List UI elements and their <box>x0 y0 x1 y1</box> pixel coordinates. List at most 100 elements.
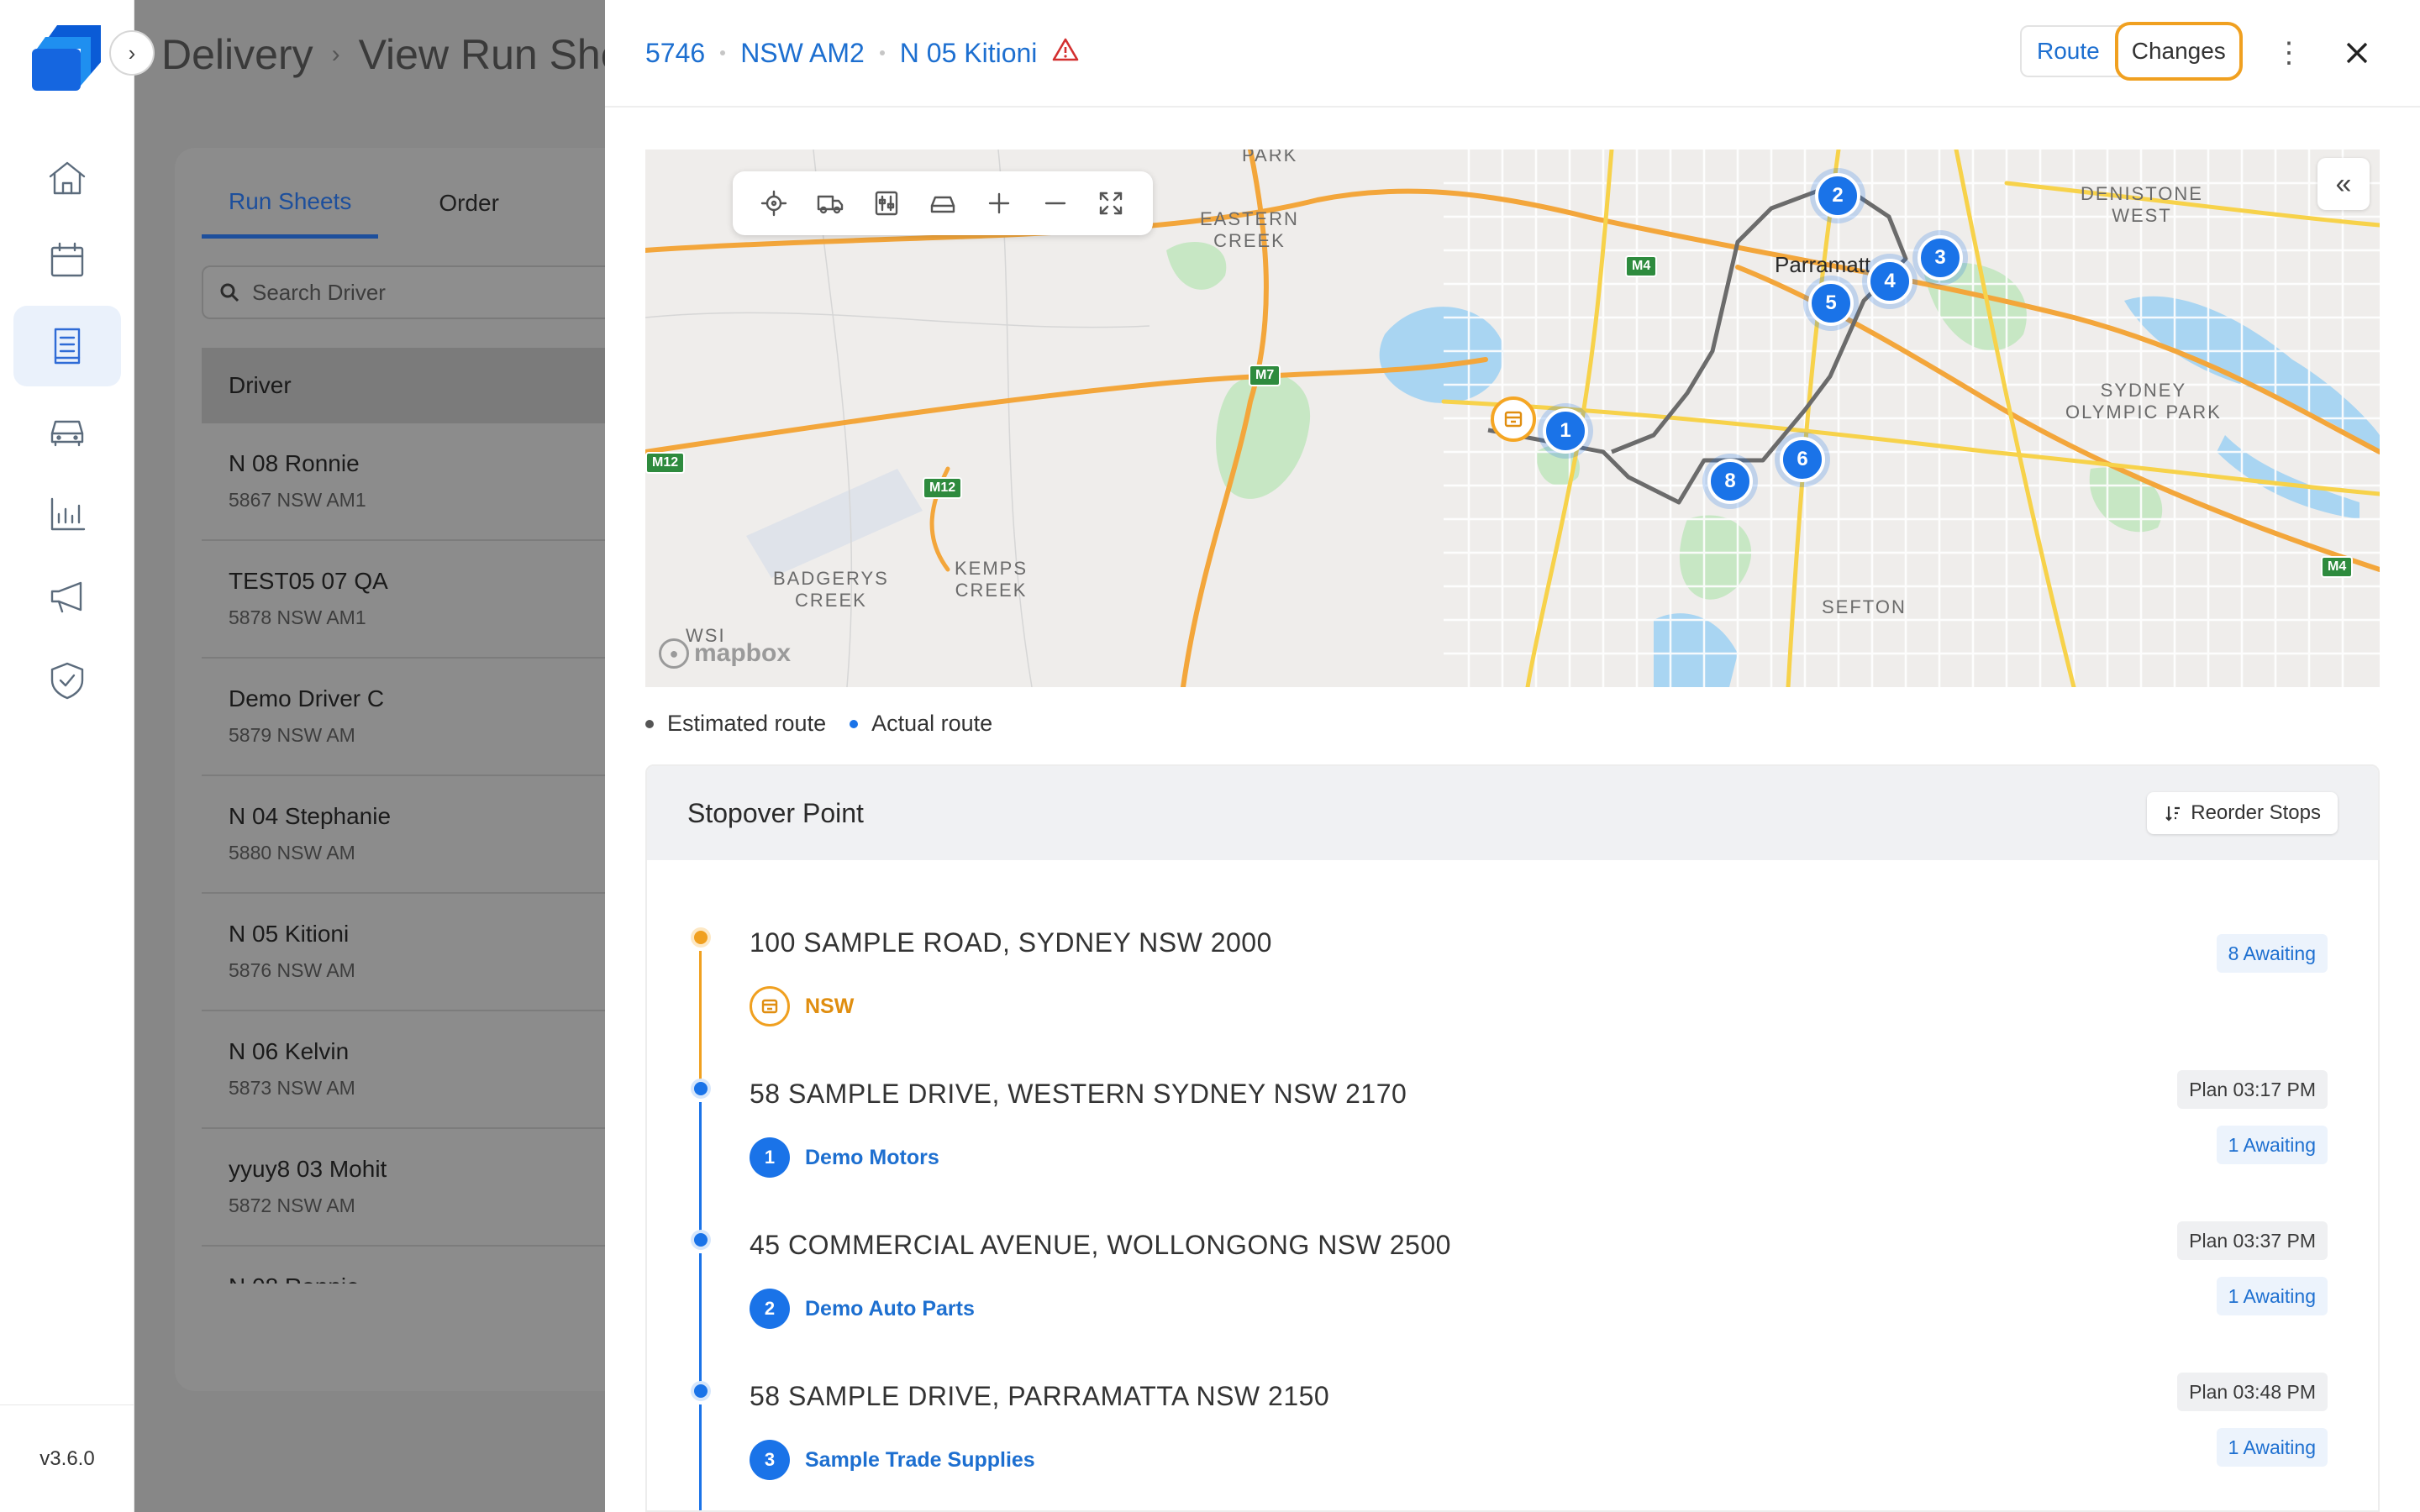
truck-icon[interactable] <box>813 186 847 220</box>
driver-column-header: Driver <box>202 348 605 423</box>
route-name[interactable]: NSW AM2 <box>740 38 865 69</box>
driver-row[interactable]: N 08 Ronnie <box>202 1247 605 1284</box>
breadcrumb-delivery[interactable]: Delivery <box>161 30 313 79</box>
megaphone-icon <box>50 581 82 613</box>
zoom-in-icon[interactable] <box>982 186 1016 220</box>
map-label-sefton: SEFTON <box>1822 596 1907 617</box>
store-icon <box>1504 411 1523 428</box>
stop-customer[interactable]: 1 Demo Motors <box>750 1137 939 1178</box>
legend-label: Actual route <box>871 711 993 736</box>
map-pin[interactable]: 1 <box>1543 408 1588 454</box>
driver-row[interactable]: yyuy8 03 Mohit 5872 NSW AM <box>202 1129 605 1247</box>
driver-search-input[interactable]: Search Driver <box>202 265 605 319</box>
chart-icon <box>50 497 86 531</box>
app-logo <box>29 22 106 94</box>
driver-name[interactable]: N 05 Kitioni <box>900 38 1038 69</box>
tab-run-sheets[interactable]: Run Sheets <box>202 168 379 239</box>
locate-icon[interactable] <box>757 186 791 220</box>
expand-nav-button[interactable]: › <box>109 30 155 76</box>
driver-name: yyuy8 03 Mohit <box>229 1156 387 1182</box>
runsheet-tabs: Run Sheets Order <box>202 168 526 239</box>
car-icon[interactable] <box>926 186 960 220</box>
driver-run: 5873 NSW AM <box>229 1077 355 1099</box>
awaiting-badge: 1 Awaiting <box>2216 1126 2328 1164</box>
legend-dot <box>645 719 654 728</box>
app-version: v3.6.0 <box>0 1404 134 1512</box>
map-pin-depot[interactable] <box>1491 396 1536 442</box>
stop-address: 58 SAMPLE DRIVE, WESTERN SYDNEY NSW 2170 <box>750 1079 1407 1109</box>
separator-dot <box>720 50 726 55</box>
map-toolbar <box>733 171 1153 235</box>
route-map[interactable]: « PARK EASTERN CREEK Parramatt DENISTONE… <box>645 150 2380 687</box>
calendar-icon <box>50 242 84 277</box>
customer-name: Demo Auto Parts <box>805 1296 975 1320</box>
tab-order[interactable]: Order <box>412 168 526 239</box>
map-pin[interactable]: 6 <box>1780 437 1825 482</box>
nav-security[interactable] <box>13 640 121 721</box>
filter-sliders-icon[interactable] <box>870 186 903 220</box>
stop-customer[interactable]: NSW <box>750 986 854 1026</box>
driver-row[interactable]: N 04 Stephanie 5880 NSW AM <box>202 776 605 894</box>
motorway-shield: M12 <box>645 452 686 474</box>
driver-name: TEST05 07 QA <box>229 568 388 594</box>
stop-item[interactable]: 58 SAMPLE DRIVE, PARRAMATTA NSW 2150 3 S… <box>647 1373 2378 1510</box>
customer-name: Sample Trade Supplies <box>805 1447 1035 1472</box>
mapbox-label: mapbox <box>694 639 792 667</box>
collapse-map-button[interactable]: « <box>2317 158 2370 210</box>
driver-row[interactable]: TEST05 07 QA 5878 NSW AM1 <box>202 541 605 659</box>
stopover-panel: Stopover Point Reorder Stops 100 SAMPLE … <box>645 764 2380 1512</box>
map-pin[interactable]: 5 <box>1808 281 1854 326</box>
view-toggle: Route Changes <box>2020 22 2243 81</box>
plan-time-badge: Plan 03:48 PM <box>2177 1373 2328 1411</box>
driver-name: N 06 Kelvin <box>229 1038 350 1064</box>
car-icon <box>50 420 84 447</box>
stop-address: 100 SAMPLE ROAD, SYDNEY NSW 2000 <box>750 927 1272 958</box>
more-options-icon[interactable]: ⋮ <box>2272 32 2306 74</box>
map-label-badgerys-creek: BADGERYS CREEK <box>773 568 889 611</box>
nav-announcements[interactable] <box>13 556 121 637</box>
map-pin[interactable]: 2 <box>1815 173 1860 218</box>
stop-customer[interactable]: 2 Demo Auto Parts <box>750 1289 975 1329</box>
legend-actual: Actual route <box>850 711 992 737</box>
sort-icon <box>2165 806 2181 822</box>
nav-vehicles[interactable] <box>13 390 121 470</box>
nav-runsheets[interactable] <box>13 306 121 386</box>
map-pin[interactable]: 4 <box>1867 259 1912 304</box>
motorway-shield: M4 <box>2321 556 2354 578</box>
map-pin[interactable]: 8 <box>1707 459 1753 504</box>
stop-address: 45 COMMERCIAL AVENUE, WOLLONGONG NSW 250… <box>750 1230 1451 1260</box>
stop-number: 3 <box>750 1440 790 1480</box>
stop-item[interactable]: 100 SAMPLE ROAD, SYDNEY NSW 2000 NSW 8 A… <box>647 927 2378 1087</box>
stop-item[interactable]: 45 COMMERCIAL AVENUE, WOLLONGONG NSW 250… <box>647 1221 2378 1389</box>
awaiting-badge: 1 Awaiting <box>2216 1277 2328 1315</box>
stop-customer[interactable]: 3 Sample Trade Supplies <box>750 1440 1035 1480</box>
shield-check-icon <box>50 662 84 700</box>
changes-toggle-button[interactable]: Changes <box>2114 22 2243 81</box>
zoom-out-icon[interactable] <box>1039 186 1072 220</box>
driver-name: N 04 Stephanie <box>229 803 392 829</box>
driver-row[interactable]: N 08 Ronnie 5867 NSW AM1 <box>202 423 605 541</box>
reorder-stops-button[interactable]: Reorder Stops <box>2147 792 2338 834</box>
mapbox-attribution[interactable]: ● mapbox <box>659 638 791 669</box>
nav-home[interactable] <box>13 138 121 218</box>
stop-address: 58 SAMPLE DRIVE, PARRAMATTA NSW 2150 <box>750 1381 1330 1411</box>
timeline-dot <box>694 1082 708 1095</box>
nav-reports[interactable] <box>13 474 121 554</box>
awaiting-badge: 8 Awaiting <box>2216 934 2328 973</box>
timeline-dot <box>694 931 708 944</box>
route-toggle-button[interactable]: Route <box>2022 27 2115 76</box>
map-pin[interactable]: 3 <box>1918 235 1963 281</box>
nav-calendar[interactable] <box>13 220 121 301</box>
driver-name: Demo Driver C <box>229 685 385 711</box>
stop-item[interactable]: 58 SAMPLE DRIVE, WESTERN SYDNEY NSW 2170… <box>647 1070 2378 1238</box>
run-id[interactable]: 5746 <box>645 38 705 69</box>
awaiting-badge: 1 Awaiting <box>2216 1428 2328 1467</box>
search-placeholder: Search Driver <box>252 279 386 305</box>
driver-row[interactable]: Demo Driver C 5879 NSW AM <box>202 659 605 776</box>
reorder-label: Reorder Stops <box>2191 801 2321 824</box>
timeline-dot <box>694 1384 708 1398</box>
driver-row[interactable]: N 05 Kitioni 5876 NSW AM <box>202 894 605 1011</box>
fullscreen-icon[interactable] <box>1094 186 1128 220</box>
driver-row[interactable]: N 06 Kelvin 5873 NSW AM <box>202 1011 605 1129</box>
close-button[interactable] <box>2336 32 2378 74</box>
